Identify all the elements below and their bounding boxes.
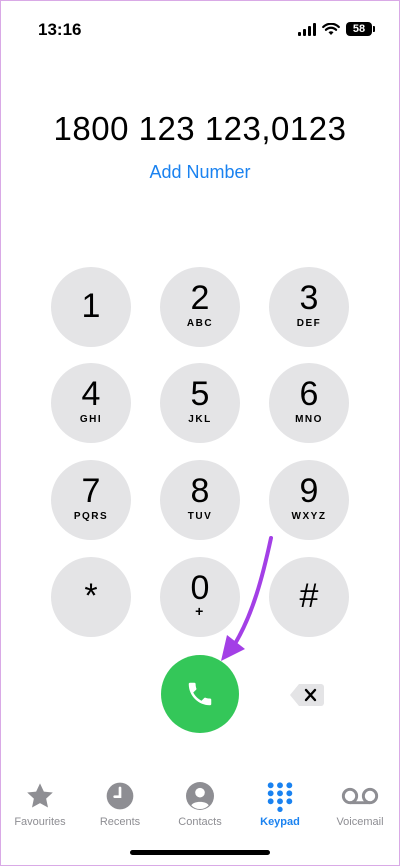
wifi-icon [322, 22, 340, 35]
clock-icon [106, 782, 134, 810]
key-digit: 9 [299, 472, 319, 510]
tab-bar: Favourites Recents Contacts Keypad Voice… [0, 780, 400, 840]
key-digit: 3 [299, 279, 319, 317]
battery-icon: 58 [346, 22, 375, 36]
keypad-key-0[interactable]: 0 + [160, 557, 240, 637]
keypad-key-9[interactable]: 9 WXYZ [269, 460, 349, 540]
star-icon [27, 783, 53, 808]
key-digit: # [299, 577, 319, 615]
key-digit: 1 [81, 287, 101, 325]
keypad-key-3[interactable]: 3 DEF [269, 267, 349, 347]
key-letters: WXYZ [291, 511, 327, 522]
key-letters: JKL [188, 414, 212, 425]
key-digit: 8 [190, 472, 210, 510]
key-letters: PQRS [73, 511, 109, 522]
keypad-grid-icon [267, 782, 293, 812]
tab-recents[interactable]: Recents [80, 780, 160, 828]
key-digit: 0 [190, 569, 210, 607]
add-number-link[interactable]: Add Number [0, 162, 400, 183]
key-letters: MNO [295, 414, 323, 425]
phone-icon [188, 682, 212, 706]
key-letters: GHI [79, 414, 103, 425]
keypad-key-hash[interactable]: # [269, 557, 349, 637]
keypad-key-6[interactable]: 6 MNO [269, 363, 349, 443]
tab-contacts[interactable]: Contacts [160, 780, 240, 828]
delete-button[interactable] [289, 682, 325, 708]
key-digit: 6 [299, 375, 319, 413]
key-digit: 7 [81, 472, 101, 510]
tab-voicemail[interactable]: Voicemail [320, 780, 400, 828]
dialed-number: 1800 123 123,0123 [53, 110, 347, 147]
home-indicator[interactable] [130, 850, 270, 855]
key-letters: TUV [187, 511, 213, 522]
voicemail-icon [341, 787, 379, 805]
backspace-icon [290, 684, 324, 706]
cellular-signal-icon [298, 22, 316, 36]
key-digit: 5 [190, 375, 210, 413]
key-digit: * [84, 577, 98, 615]
key-letters: + [195, 603, 205, 619]
key-letters: DEF [296, 318, 322, 329]
keypad-key-star[interactable]: * [51, 557, 131, 637]
tab-keypad[interactable]: Keypad [240, 780, 320, 828]
key-digit: 4 [81, 375, 101, 413]
status-time: 13:16 [38, 20, 82, 39]
keypad-key-5[interactable]: 5 JKL [160, 363, 240, 443]
key-digit: 2 [190, 279, 210, 317]
keypad-key-2[interactable]: 2 ABC [160, 267, 240, 347]
call-button[interactable] [161, 655, 239, 733]
key-letters: ABC [186, 318, 214, 329]
keypad-key-7[interactable]: 7 PQRS [51, 460, 131, 540]
status-indicators: 58 [298, 22, 375, 36]
keypad-key-1[interactable]: 1 [51, 267, 131, 347]
tab-favourites[interactable]: Favourites [0, 780, 80, 828]
keypad-key-8[interactable]: 8 TUV [160, 460, 240, 540]
person-circle-icon [186, 782, 214, 810]
keypad-key-4[interactable]: 4 GHI [51, 363, 131, 443]
